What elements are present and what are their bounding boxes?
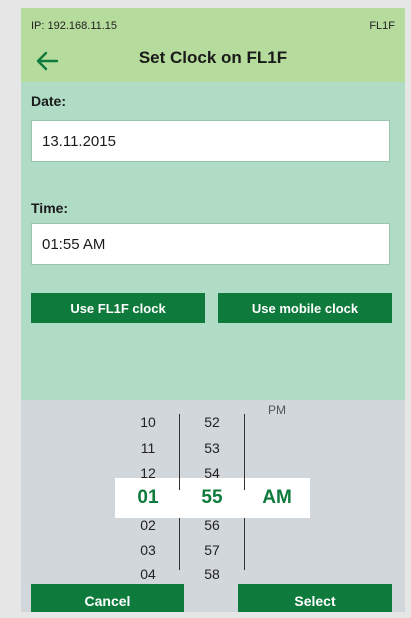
- time-label: Time:: [31, 200, 69, 216]
- minute-selected[interactable]: 55: [182, 478, 242, 518]
- ampm-selected[interactable]: AM: [247, 478, 307, 518]
- app-header: IP: 192.168.11.15 FL1F Set Clock on FL1F: [21, 8, 405, 82]
- date-label: Date:: [31, 93, 67, 109]
- use-device-clock-button[interactable]: Use FL1F clock: [31, 293, 205, 323]
- status-ip: IP: 192.168.11.15: [31, 20, 118, 32]
- hour-selected[interactable]: 01: [118, 478, 178, 518]
- cancel-button[interactable]: Cancel: [31, 584, 184, 612]
- date-field[interactable]: 13.11.2015: [31, 120, 390, 162]
- column-divider: [179, 414, 180, 490]
- column-divider: [244, 414, 245, 490]
- hour-option[interactable]: 02: [118, 517, 178, 533]
- minute-option[interactable]: 57: [182, 542, 242, 558]
- ampm-option[interactable]: PM: [247, 403, 307, 417]
- hour-option[interactable]: 04: [118, 566, 178, 582]
- minute-option[interactable]: 58: [182, 566, 242, 582]
- clock-form: Date: 13.11.2015 Time: 01:55 AM Use FL1F…: [21, 82, 405, 400]
- select-button[interactable]: Select: [238, 584, 392, 612]
- status-device-name: FL1F: [369, 20, 395, 32]
- minute-option[interactable]: 56: [182, 517, 242, 533]
- column-divider: [179, 518, 180, 570]
- time-field[interactable]: 01:55 AM: [31, 223, 390, 265]
- hour-option[interactable]: 11: [118, 440, 178, 456]
- hour-option[interactable]: 10: [118, 414, 178, 430]
- page-title: Set Clock on FL1F: [138, 48, 288, 67]
- minute-option[interactable]: 53: [182, 440, 242, 456]
- minute-option[interactable]: 52: [182, 414, 242, 430]
- time-picker[interactable]: PM 10 11 12 52 53 54 01 55 AM 02 03 04 5…: [21, 400, 405, 612]
- hour-option[interactable]: 03: [118, 542, 178, 558]
- app-window: IP: 192.168.11.15 FL1F Set Clock on FL1F…: [21, 8, 405, 612]
- column-divider: [244, 518, 245, 570]
- use-mobile-clock-button[interactable]: Use mobile clock: [218, 293, 392, 323]
